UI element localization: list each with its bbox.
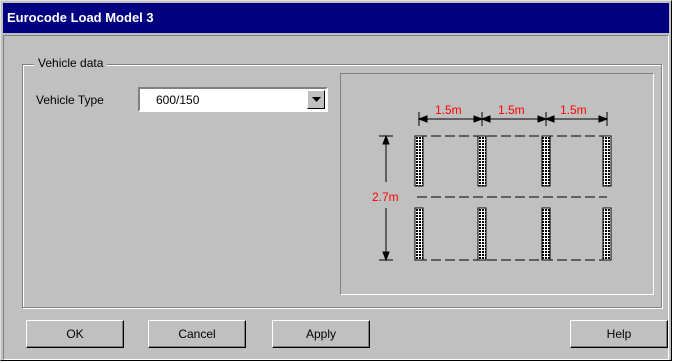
spacing-label: 1.5m bbox=[498, 103, 525, 117]
width-label: 2.7m bbox=[372, 190, 399, 204]
group-label: Vehicle data bbox=[34, 56, 108, 70]
ok-button[interactable]: OK bbox=[26, 320, 124, 348]
vehicle-type-dropdown[interactable]: 600/150 bbox=[138, 87, 328, 112]
wheel-block bbox=[541, 135, 551, 187]
chevron-down-icon bbox=[311, 97, 321, 102]
wheel-blocks bbox=[414, 135, 612, 261]
wheel-block bbox=[477, 135, 487, 187]
vehicle-axle-diagram: 1.5m 1.5m 1.5m 2.7m bbox=[372, 103, 612, 262]
vehicle-type-label: Vehicle Type bbox=[36, 93, 104, 107]
spacing-label: 1.5m bbox=[560, 103, 587, 117]
vehicle-type-value: 600/150 bbox=[156, 93, 200, 107]
wheel-block bbox=[414, 207, 424, 261]
wheel-block bbox=[414, 135, 424, 187]
wheel-block bbox=[602, 135, 612, 187]
window-title: Eurocode Load Model 3 bbox=[7, 10, 154, 25]
wheel-block bbox=[477, 207, 487, 261]
vehicle-diagram-panel: 1.5m 1.5m 1.5m 2.7m bbox=[340, 73, 654, 295]
dropdown-button[interactable] bbox=[307, 90, 325, 109]
wheel-block bbox=[602, 207, 612, 261]
apply-button[interactable]: Apply bbox=[272, 320, 370, 348]
title-bar[interactable]: Eurocode Load Model 3 bbox=[3, 3, 669, 33]
cancel-button[interactable]: Cancel bbox=[148, 320, 246, 348]
dashed-outline bbox=[417, 135, 607, 261]
wheel-block bbox=[541, 207, 551, 261]
help-button[interactable]: Help bbox=[570, 320, 668, 348]
spacing-label: 1.5m bbox=[435, 103, 462, 117]
